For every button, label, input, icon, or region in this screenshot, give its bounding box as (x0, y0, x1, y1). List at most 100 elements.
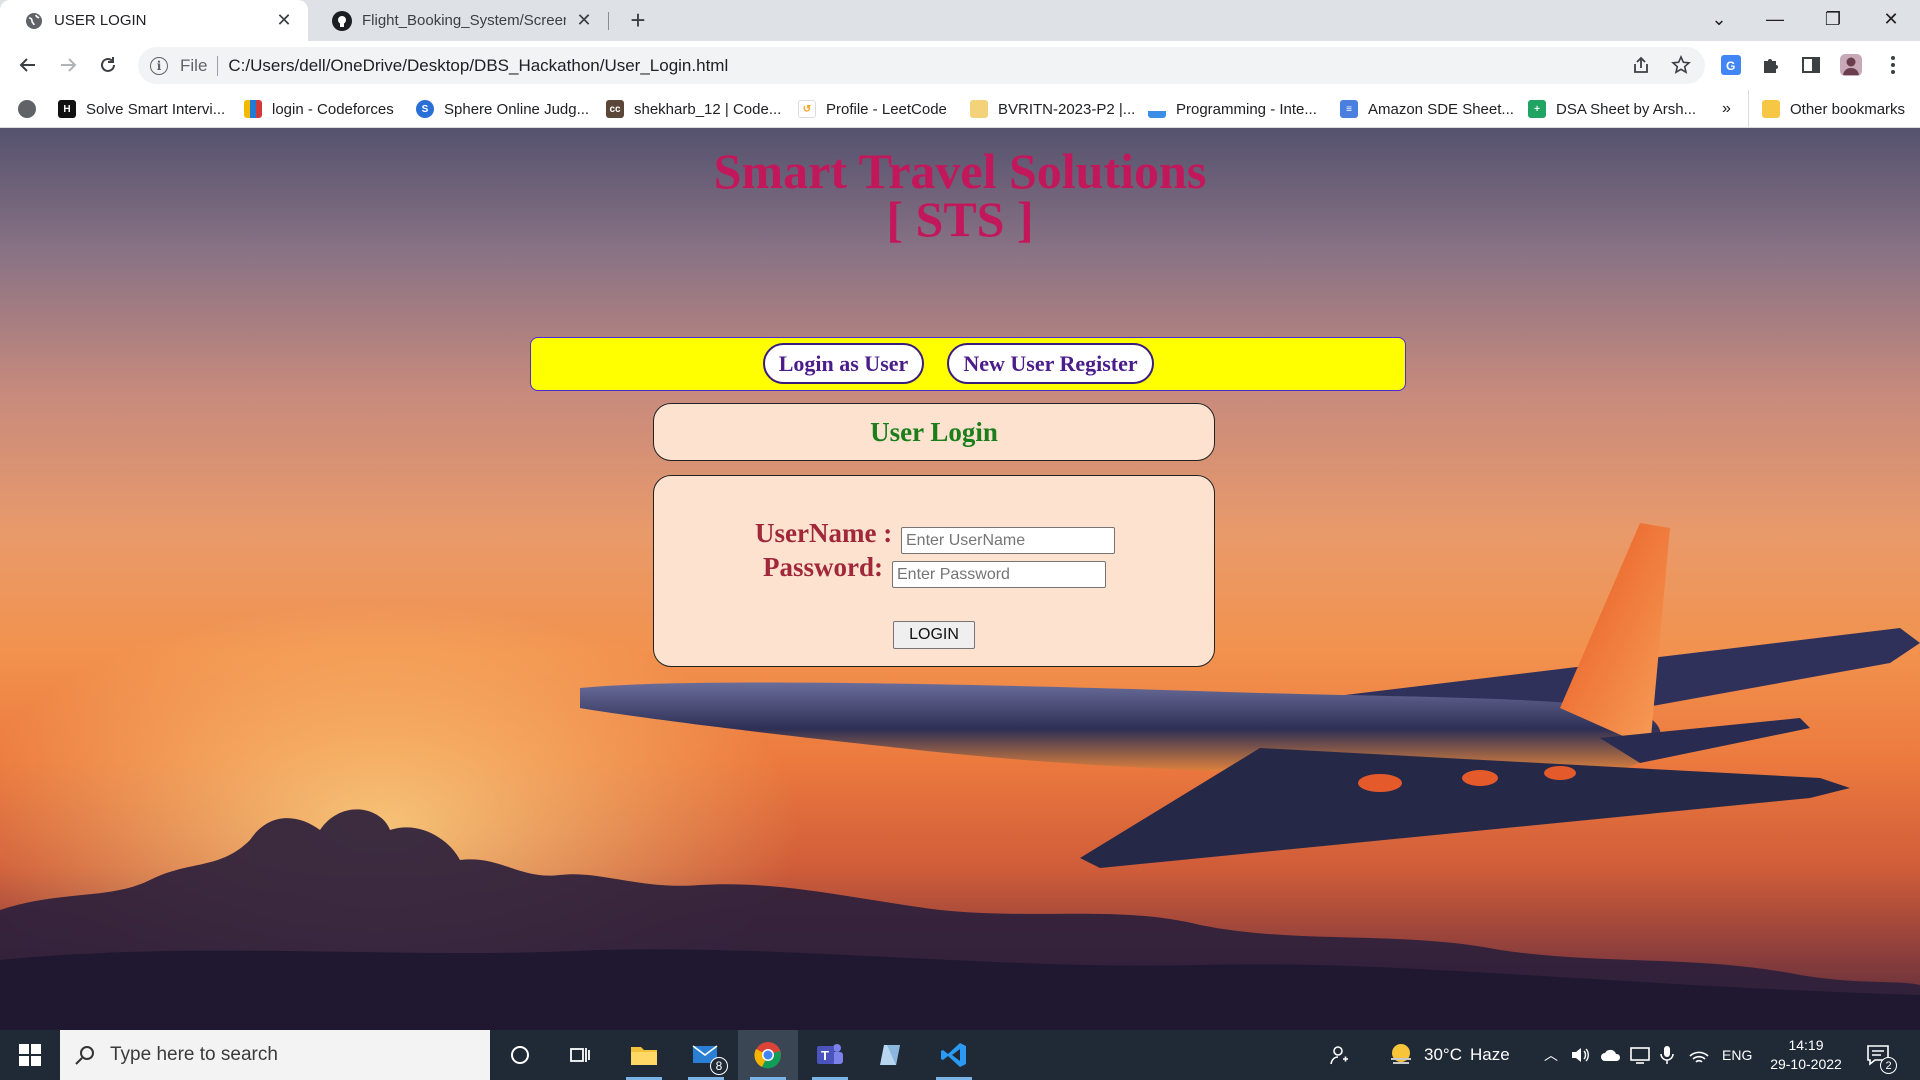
reload-icon (101, 57, 115, 72)
close-tab-icon[interactable]: ✕ (574, 10, 594, 31)
sheet-icon: + (1528, 100, 1546, 118)
notification-center-icon[interactable]: 2 (1866, 1030, 1897, 1080)
close-tab-icon[interactable]: ✕ (274, 10, 294, 31)
new-user-register-button[interactable]: New User Register (947, 343, 1154, 384)
login-heading-panel: User Login (653, 403, 1215, 461)
back-button[interactable] (12, 49, 44, 81)
search-icon (75, 1046, 94, 1065)
bookmark-star-icon[interactable] (1668, 52, 1694, 78)
bookmark-globe[interactable] (18, 98, 46, 120)
wifi-icon[interactable] (1688, 1030, 1710, 1080)
bookmark-label: Sphere Online Judg... (444, 100, 590, 118)
bookmark-item[interactable]: S Sphere Online Judg... (416, 98, 589, 120)
tab-title: Flight_Booking_System/ScreenSh (362, 12, 566, 29)
bookmark-item[interactable]: + DSA Sheet by Arsh... (1528, 98, 1696, 120)
google-translate-icon[interactable]: G (1718, 52, 1744, 78)
login-button[interactable]: LOGIN (893, 621, 975, 649)
page-viewport: Smart Travel Solutions [ STS ] Login as … (0, 128, 1920, 1030)
password-label: Password: (763, 552, 883, 582)
login-form-panel: UserName : Password: LOGIN (653, 475, 1215, 667)
restore-button[interactable]: ❐ (1810, 4, 1856, 34)
extensions-puzzle-icon[interactable] (1758, 52, 1784, 78)
username-input[interactable] (901, 527, 1115, 554)
language-indicator[interactable]: ENG (1722, 1030, 1752, 1080)
nav-strip: Login as User New User Register (530, 337, 1406, 391)
bookmark-item[interactable]: ≡ Amazon SDE Sheet... (1340, 98, 1514, 120)
address-divider (217, 55, 219, 76)
windows-taskbar: Type here to search 8 T 30°C Haze ︿ ENG … (0, 1030, 1920, 1080)
taskbar-clock[interactable]: 14:19 29-10-2022 (1764, 1036, 1848, 1074)
tab-divider (608, 12, 609, 30)
chevron-up-icon[interactable]: ︿ (1544, 1030, 1558, 1080)
bookmark-label: DSA Sheet by Arsh... (1556, 100, 1697, 118)
address-bar[interactable]: i File C:/Users/dell/OneDrive/Desktop/DB… (138, 47, 1705, 84)
people-icon[interactable] (1328, 1030, 1350, 1080)
onedrive-cloud-icon[interactable] (1600, 1030, 1622, 1080)
forward-button[interactable] (52, 49, 84, 81)
bookmark-label: Programming - Inte... (1176, 100, 1317, 118)
file-explorer-icon[interactable] (614, 1030, 674, 1080)
login-as-user-button[interactable]: Login as User (763, 343, 924, 384)
haze-weather-icon (1391, 1044, 1411, 1064)
tab-bar: USER LOGIN ✕ Flight_Booking_System/Scree… (0, 0, 1920, 41)
spoj-icon: S (416, 100, 434, 118)
menu-kebab-icon[interactable] (1880, 52, 1906, 78)
bookmark-label: shekharb_12 | Code... (634, 100, 782, 118)
bookmark-item[interactable]: ↺ Profile - LeetCode (798, 98, 947, 120)
vscode-icon[interactable] (924, 1030, 984, 1080)
display-icon[interactable] (1630, 1030, 1650, 1080)
globe-icon (24, 11, 44, 31)
tab-user-login[interactable]: USER LOGIN ✕ (0, 0, 308, 41)
mail-badge: 8 (710, 1057, 728, 1075)
new-tab-button[interactable]: + (624, 7, 652, 35)
windows-logo-icon (19, 1044, 41, 1066)
bookmark-item[interactable]: BVRITN-2023-P2 |... (970, 98, 1135, 120)
tab-search-icon[interactable]: ⌄ (1696, 4, 1742, 34)
weather-widget[interactable]: 30°C Haze (1388, 1030, 1510, 1080)
browser-toolbar: i File C:/Users/dell/OneDrive/Desktop/DB… (0, 41, 1920, 90)
bookmark-item[interactable]: Programming - Inte... (1148, 98, 1317, 120)
minimize-button[interactable]: — (1752, 4, 1798, 34)
doc-icon: ≡ (1340, 100, 1358, 118)
leetcode-icon: ↺ (798, 100, 816, 118)
cortana-icon[interactable] (490, 1030, 550, 1080)
bookmarks-divider (1748, 90, 1749, 128)
bookmark-item[interactable]: H Solve Smart Intervi... (58, 98, 225, 120)
url-scheme: File (180, 55, 208, 75)
codeforces-icon (244, 100, 262, 118)
github-icon (332, 10, 352, 31)
start-button[interactable] (0, 1030, 60, 1080)
chart-icon (1148, 100, 1166, 118)
bookmark-label: Amazon SDE Sheet... (1368, 100, 1514, 118)
site-info-icon[interactable]: i (150, 56, 168, 75)
chrome-icon[interactable] (738, 1030, 798, 1080)
task-view-icon[interactable] (550, 1030, 610, 1080)
clock-date: 29-10-2022 (1770, 1056, 1842, 1072)
bookmark-item[interactable]: login - Codeforces (244, 98, 394, 120)
forward-arrow-icon (61, 58, 77, 72)
svg-text:G: G (1726, 59, 1735, 73)
site-subtitle: [ STS ] (886, 191, 1034, 247)
section-heading: User Login (870, 416, 998, 447)
reload-button[interactable] (92, 49, 124, 81)
clock-time: 14:19 (1788, 1037, 1824, 1053)
notes-app-icon[interactable] (862, 1030, 922, 1080)
trophy-icon (970, 100, 988, 118)
mail-icon[interactable]: 8 (676, 1030, 736, 1080)
tab-github[interactable]: Flight_Booking_System/ScreenSh ✕ (308, 0, 608, 41)
close-window-button[interactable]: ✕ (1868, 4, 1914, 34)
share-icon[interactable] (1628, 52, 1654, 78)
volume-icon[interactable] (1570, 1030, 1590, 1080)
teams-icon[interactable]: T (800, 1030, 860, 1080)
side-panel-icon[interactable] (1798, 52, 1824, 78)
bookmark-label: Profile - LeetCode (826, 100, 947, 118)
codechef-icon: cc (606, 100, 624, 118)
other-bookmarks-folder[interactable]: Other bookmarks (1762, 98, 1905, 120)
folder-icon (1762, 100, 1780, 118)
bookmark-item[interactable]: cc shekharb_12 | Code... (606, 98, 781, 120)
profile-avatar[interactable] (1838, 52, 1864, 78)
bookmarks-overflow-button[interactable]: » (1722, 98, 1731, 120)
microphone-icon[interactable] (1660, 1030, 1674, 1080)
password-input[interactable] (892, 561, 1106, 588)
taskbar-search-box[interactable]: Type here to search (60, 1030, 490, 1080)
